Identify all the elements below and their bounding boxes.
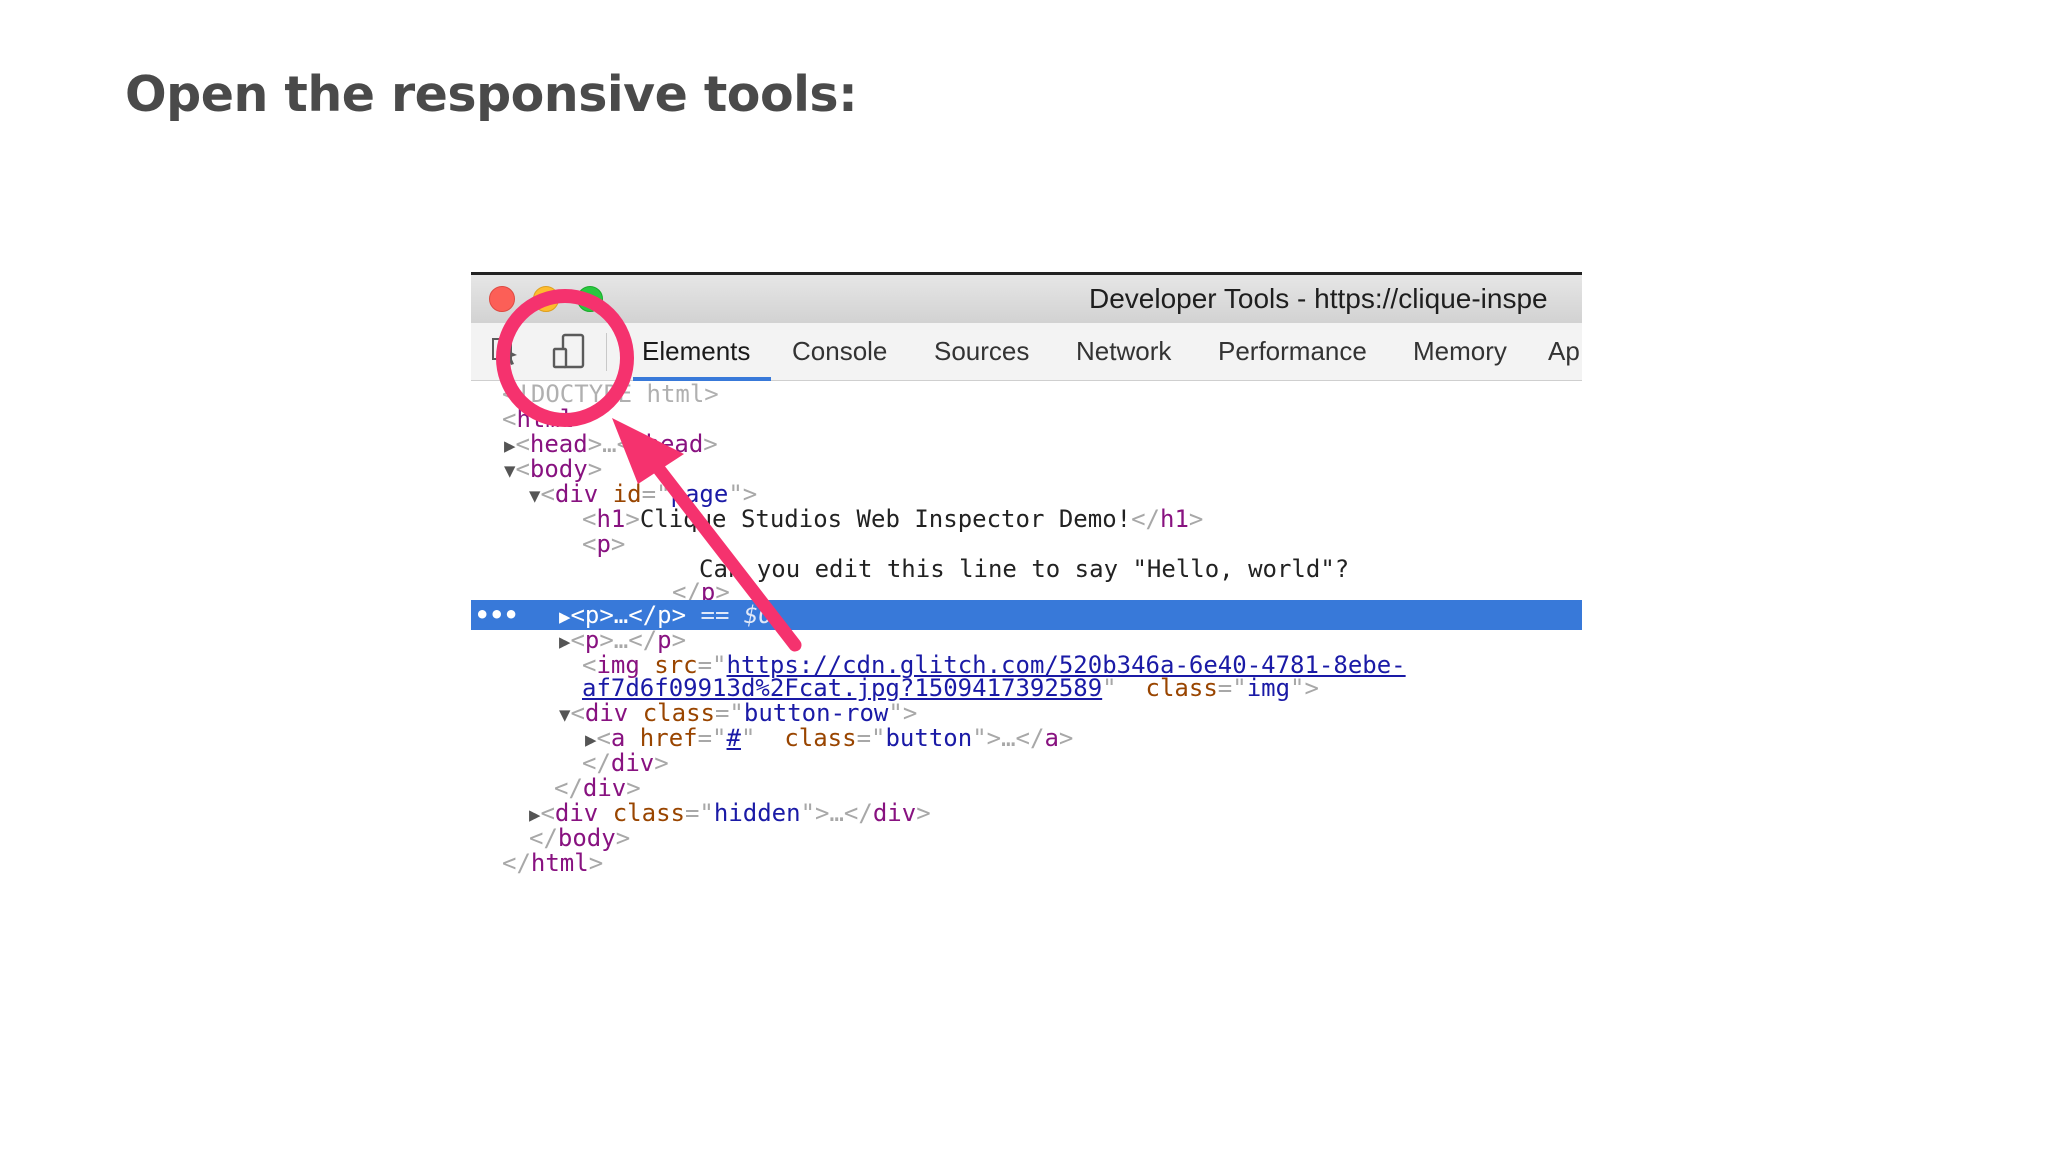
tab-memory[interactable]: Memory [1413,336,1507,367]
zoom-window-button[interactable] [577,286,603,312]
slide-title: Open the responsive tools: [125,66,858,123]
device-toggle-icon[interactable] [551,333,587,371]
dom-node-html-close[interactable]: </html> [471,848,1582,878]
window-titlebar: Developer Tools - https://clique-inspe [471,272,1582,323]
tab-network[interactable]: Network [1076,336,1171,367]
minimize-window-button[interactable] [533,286,559,312]
devtools-window: Developer Tools - https://clique-inspe E… [471,272,1582,1032]
devtools-tab-bar: Elements Console Sources Network Perform… [471,323,1582,381]
toolbar-separator [606,333,607,371]
tab-application[interactable]: Ap [1548,336,1580,367]
tab-elements[interactable]: Elements [642,336,750,367]
window-title: Developer Tools - https://clique-inspe [1089,283,1548,314]
cursor-select-icon[interactable] [491,337,521,367]
tab-console[interactable]: Console [792,336,887,367]
tab-performance[interactable]: Performance [1218,336,1367,367]
tab-sources[interactable]: Sources [934,336,1029,367]
close-window-button[interactable] [489,286,515,312]
